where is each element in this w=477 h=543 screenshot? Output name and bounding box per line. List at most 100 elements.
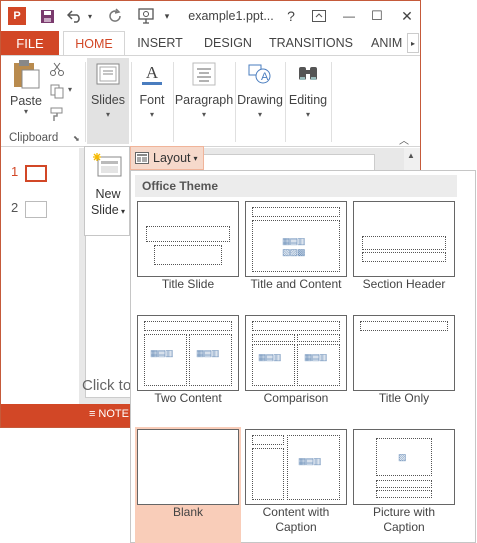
layout-title-only[interactable]: Title Only [351, 313, 457, 429]
app-icon[interactable]: P [7, 1, 27, 31]
slides-icon [92, 58, 124, 90]
slide-thumbnail-selected[interactable] [25, 165, 47, 182]
binoculars-icon [292, 58, 324, 90]
paragraph-dropdown-icon: ▾ [201, 110, 206, 119]
tab-file[interactable]: FILE [1, 31, 59, 55]
layout-label: Two Content [154, 391, 222, 405]
document-title: example1.ppt... [188, 9, 274, 23]
slides-group-button[interactable]: Slides ▾ [87, 58, 129, 144]
notes-label: NOTE [98, 408, 129, 420]
svg-text:A: A [146, 63, 159, 82]
scroll-up-icon[interactable]: ▲ [407, 151, 415, 160]
content-icons: ▦▤▥ ▧▨▩ [282, 236, 305, 257]
new-slide-button[interactable]: New Slide ▾ [84, 146, 130, 236]
new-slide-label-line2: Slide ▾ [85, 203, 131, 217]
editing-dropdown-icon: ▾ [305, 110, 310, 119]
layout-content-with-caption[interactable]: ▦▤▥ Content with Caption [243, 427, 349, 543]
drawing-group-button[interactable]: A Drawing ▾ [237, 58, 283, 119]
layout-two-content[interactable]: ▦▤▥ ▦▤▥ Two Content [135, 313, 241, 429]
ribbon-display-options-icon[interactable] [307, 1, 331, 31]
clipboard-launcher-icon[interactable]: ⬊ [73, 134, 80, 143]
layout-button[interactable]: Layout ▾ [130, 146, 204, 170]
copy-dropdown-icon[interactable]: ▾ [68, 85, 72, 94]
font-label: Font [139, 93, 165, 107]
layout-label: Comparison [263, 391, 329, 405]
layout-label: Content with Caption [262, 505, 330, 534]
copy-icon[interactable] [49, 83, 65, 99]
help-button[interactable]: ? [281, 1, 301, 31]
ribbon-separator [131, 62, 132, 142]
tab-animations[interactable]: ANIM [371, 31, 411, 55]
drawing-dropdown-icon: ▾ [257, 110, 262, 119]
font-group-button[interactable]: A Font ▾ [133, 58, 171, 119]
paste-button[interactable]: Paste ▾ [7, 58, 45, 116]
layout-title-and-content[interactable]: ▦▤▥ ▧▨▩ Title and Content [243, 199, 349, 315]
undo-dropdown-icon[interactable]: ▾ [85, 1, 95, 31]
font-color-icon: A [136, 58, 168, 90]
layout-preview: ▨ [353, 429, 455, 505]
gallery-heading: Office Theme [135, 175, 457, 197]
layout-label: Title Only [378, 391, 430, 405]
slide-thumbnail[interactable] [25, 201, 47, 218]
ribbon-separator [285, 62, 286, 142]
notes-icon: ≡ [89, 408, 96, 420]
layout-preview [137, 201, 239, 277]
layout-title-slide[interactable]: Title Slide [135, 199, 241, 315]
title-bar: P ▾ ▾ example1.ppt... ? — ☐ ✕ [1, 1, 420, 31]
new-slide-icon [93, 152, 123, 178]
slides-dropdown-icon: ▾ [105, 110, 110, 119]
save-icon[interactable] [37, 1, 57, 31]
layout-preview [137, 429, 239, 505]
slide-number: 2 [11, 200, 19, 215]
svg-text:A: A [261, 71, 269, 83]
chevron-down-icon: ▾ [118, 207, 126, 216]
ribbon-tabs: FILE HOME INSERT DESIGN TRANSITIONS ANIM… [1, 31, 420, 56]
new-slide-label-text: Slide [90, 203, 119, 217]
layout-preview: ▦▤▥ ▦▤▥ [137, 315, 239, 391]
font-dropdown-icon: ▾ [149, 110, 154, 119]
undo-icon[interactable] [65, 1, 85, 31]
presentation-icon[interactable] [135, 1, 157, 31]
layout-preview: ▦▤▥ [245, 429, 347, 505]
slides-label: Slides [90, 93, 126, 107]
layout-gallery: Office Theme Title Slide ▦▤▥ ▧▨▩ Title an… [130, 170, 476, 543]
paragraph-icon [188, 58, 220, 90]
cut-icon[interactable] [49, 61, 65, 77]
layout-section-header[interactable]: Section Header [351, 199, 457, 315]
notes-button[interactable]: ≡ NOTE [89, 408, 129, 420]
layout-preview [353, 201, 455, 277]
layout-picture-with-caption[interactable]: ▨ Picture with Caption [351, 427, 457, 543]
layout-label: Blank [172, 505, 204, 519]
layout-preview [353, 315, 455, 391]
layout-preview: ▦▤▥ ▦▤▥ [245, 315, 347, 391]
maximize-button[interactable]: ☐ [365, 1, 389, 31]
ribbon-separator [331, 62, 332, 142]
layout-label: Layout [153, 151, 191, 165]
chevron-down-icon: ▾ [193, 153, 198, 163]
tab-design[interactable]: DESIGN [197, 31, 259, 55]
tab-insert[interactable]: INSERT [129, 31, 191, 55]
paste-icon [10, 58, 42, 90]
tab-scroll-right-icon[interactable]: ▸ [407, 33, 419, 53]
ribbon-separator [235, 62, 236, 142]
paragraph-group-button[interactable]: Paragraph ▾ [175, 58, 233, 119]
content-placeholder[interactable]: Click to [82, 377, 131, 394]
editing-label: Editing [288, 93, 328, 107]
layout-label: Title Slide [161, 277, 215, 291]
redo-icon[interactable] [105, 1, 125, 31]
layout-label: Title and Content [250, 277, 342, 291]
tab-transitions[interactable]: TRANSITIONS [265, 31, 357, 55]
customize-toolbar-icon[interactable]: ▾ [161, 1, 173, 31]
editing-group-button[interactable]: Editing ▾ [287, 58, 329, 119]
new-slide-label: New [95, 187, 121, 201]
layout-comparison[interactable]: ▦▤▥ ▦▤▥ Comparison [243, 313, 349, 429]
paste-label: Paste [10, 94, 42, 108]
layout-blank[interactable]: Blank [135, 427, 241, 543]
slide-number: 1 [11, 164, 19, 179]
close-button[interactable]: ✕ [395, 1, 419, 31]
tab-home[interactable]: HOME [63, 31, 125, 56]
collapse-ribbon-icon[interactable]: ︿ [399, 132, 409, 147]
powerpoint-logo: P [8, 7, 26, 25]
minimize-button[interactable]: — [337, 1, 361, 31]
format-painter-icon[interactable] [49, 106, 65, 122]
